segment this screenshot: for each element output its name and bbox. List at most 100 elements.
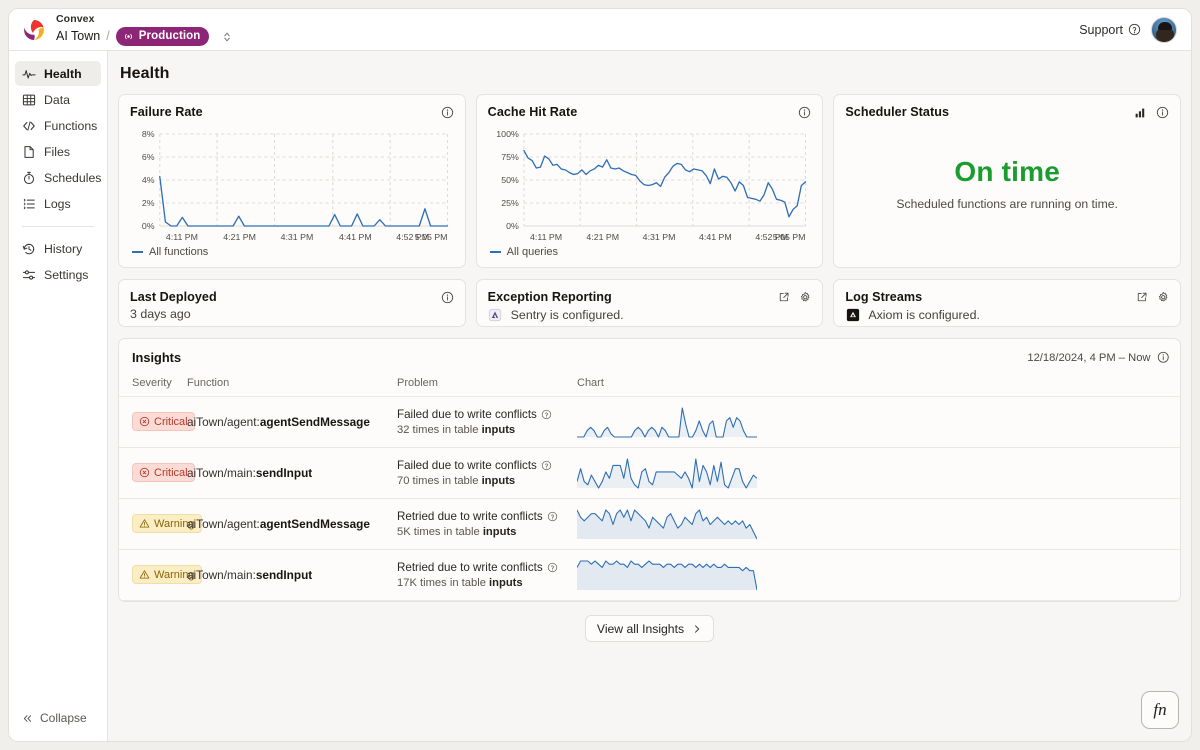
status-badge: Critical xyxy=(132,412,195,431)
collapse-sidebar-button[interactable]: Collapse xyxy=(9,711,107,741)
app-window: Convex AI Town / Production Support Heal… xyxy=(8,8,1192,742)
sidebar-item-label: Health xyxy=(44,66,82,81)
cell-problem: Failed due to write conflicts 70 times i… xyxy=(397,447,577,499)
insights-table: Severity Function Problem Chart Critical… xyxy=(119,375,1180,601)
external-link-icon[interactable] xyxy=(1136,291,1148,303)
support-link[interactable]: Support xyxy=(1079,23,1141,37)
history-icon xyxy=(22,242,36,256)
sidebar-item-label: History xyxy=(44,241,83,256)
view-all-insights-button[interactable]: View all Insights xyxy=(584,615,715,642)
table-row[interactable]: Critical aiTown/main:sendInput Failed du… xyxy=(119,447,1180,499)
gear-icon[interactable] xyxy=(799,291,812,304)
card-title: Log Streams xyxy=(845,290,923,304)
question-circle-icon[interactable] xyxy=(547,562,558,573)
svg-text:6%: 6% xyxy=(142,152,155,162)
sidebar-item-data[interactable]: Data xyxy=(15,87,101,112)
project-name[interactable]: AI Town xyxy=(56,29,100,44)
cache-hit-rate-chart: 100% 75% 50% 25% 0% 4:11 PM 4:21 PM 4:31… xyxy=(477,119,823,244)
table-row[interactable]: Critical aiTown/agent:agentSendMessage F… xyxy=(119,396,1180,448)
legend-label: All queries xyxy=(506,246,559,258)
card-title: Failure Rate xyxy=(130,105,203,119)
sidebar-item-functions[interactable]: Functions xyxy=(15,113,101,138)
failure-rate-chart: 8% 6% 4% 2% 0% 4:11 PM 4:21 PM 4:31 PM 4… xyxy=(119,119,465,244)
svg-text:8%: 8% xyxy=(142,129,155,139)
svg-text:75%: 75% xyxy=(501,152,519,162)
sidebar-item-health[interactable]: Health xyxy=(15,61,101,86)
view-all-label: View all Insights xyxy=(596,621,685,636)
insights-time-range[interactable]: 12/18/2024, 4 PM – Now xyxy=(1027,352,1150,364)
convex-logo-icon xyxy=(21,17,47,43)
info-icon[interactable] xyxy=(798,106,811,119)
sidebar-item-label: Files xyxy=(44,144,70,159)
column-header-severity: Severity xyxy=(119,375,187,397)
info-icon[interactable] xyxy=(1157,351,1170,364)
deployment-badge-production[interactable]: Production xyxy=(115,27,210,46)
cache-hit-rate-svg: 100% 75% 50% 25% 0% 4:11 PM 4:21 PM 4:31… xyxy=(496,129,806,242)
svg-text:4:11 PM: 4:11 PM xyxy=(530,232,562,242)
svg-text:50%: 50% xyxy=(501,175,519,185)
function-name: sendInput xyxy=(255,568,313,582)
table-name: inputs xyxy=(489,577,523,589)
question-circle-icon[interactable] xyxy=(541,409,552,420)
card-title: Exception Reporting xyxy=(487,290,612,304)
chevron-right-icon xyxy=(692,624,702,634)
table-name: inputs xyxy=(482,526,517,538)
table-row[interactable]: Warning aiTown/agent:agentSendMessage Re… xyxy=(119,498,1180,550)
external-link-icon[interactable] xyxy=(778,291,790,303)
sidebar-item-files[interactable]: Files xyxy=(15,139,101,164)
code-icon xyxy=(22,119,36,133)
sidebar-item-logs[interactable]: Logs xyxy=(15,191,101,216)
sidebar-item-label: Schedules xyxy=(44,170,102,185)
cell-problem: Failed due to write conflicts 32 times i… xyxy=(397,396,577,448)
table-name: inputs xyxy=(481,424,516,436)
function-name: agentSendMessage xyxy=(259,517,370,531)
failure-rate-svg: 8% 6% 4% 2% 0% 4:11 PM 4:21 PM 4:31 PM 4… xyxy=(142,129,449,242)
svg-text:4:21 PM: 4:21 PM xyxy=(223,232,256,242)
function-path: aiTown/main: xyxy=(187,568,256,582)
cell-severity: Warning xyxy=(119,498,202,550)
last-deployed-value: 3 days ago xyxy=(130,307,191,321)
sidebar-nav-secondary: History Settings xyxy=(9,236,107,288)
activity-icon xyxy=(22,67,36,81)
question-circle-icon[interactable] xyxy=(541,460,552,471)
sidebar-item-label: Data xyxy=(44,92,70,107)
cell-severity: Critical xyxy=(119,396,195,448)
sidebar-item-label: Logs xyxy=(44,196,71,211)
info-icon[interactable] xyxy=(441,291,454,304)
sidebar-divider xyxy=(22,226,94,227)
info-icon[interactable] xyxy=(441,106,454,119)
chevrons-left-icon xyxy=(22,713,33,724)
insight-sparkline xyxy=(577,407,757,438)
insight-sparkline xyxy=(577,509,757,540)
list-icon xyxy=(22,197,36,211)
avatar[interactable] xyxy=(1151,16,1177,43)
chevron-up-down-icon[interactable] xyxy=(222,31,232,43)
scheduler-status-description: Scheduled functions are running on time. xyxy=(896,196,1118,211)
sidebar-nav-primary: Health Data Functions Files Schedules Lo… xyxy=(9,61,107,217)
card-failure-rate: Failure Rate 8% 6% 4% 2% 0% 4:11 PM 4:21… xyxy=(118,94,466,268)
column-header-chart: Chart xyxy=(577,375,1180,397)
sidebar-item-schedules[interactable]: Schedules xyxy=(15,165,101,190)
severity-label: Critical xyxy=(154,466,188,479)
sidebar-item-settings[interactable]: Settings xyxy=(15,262,101,287)
failure-rate-legend: All functions xyxy=(119,244,465,267)
info-icon[interactable] xyxy=(1156,106,1169,119)
bar-chart-icon[interactable] xyxy=(1134,106,1147,119)
functions-fab[interactable]: fn xyxy=(1141,691,1179,729)
occurrence-count: 70 times in table xyxy=(397,475,482,487)
svg-text:25%: 25% xyxy=(501,198,519,208)
problem-text: Retried due to write conflicts xyxy=(397,561,543,574)
table-row[interactable]: Warning aiTown/main:sendInput Retried du… xyxy=(119,549,1180,601)
legend-line-swatch xyxy=(489,251,501,253)
gear-icon[interactable] xyxy=(1157,291,1170,304)
question-circle-icon[interactable] xyxy=(547,511,558,522)
cell-chart xyxy=(577,498,1180,550)
occurrence-count: 17K times in table xyxy=(397,577,490,589)
view-all-insights-wrap: View all Insights xyxy=(118,602,1181,642)
exception-reporting-value: Sentry is configured. xyxy=(510,307,624,322)
svg-text:4:41 PM: 4:41 PM xyxy=(699,232,732,242)
severity-label: Critical xyxy=(154,415,188,428)
legend-line-swatch xyxy=(132,251,143,253)
svg-text:0%: 0% xyxy=(142,221,155,231)
sidebar-item-history[interactable]: History xyxy=(15,236,101,261)
